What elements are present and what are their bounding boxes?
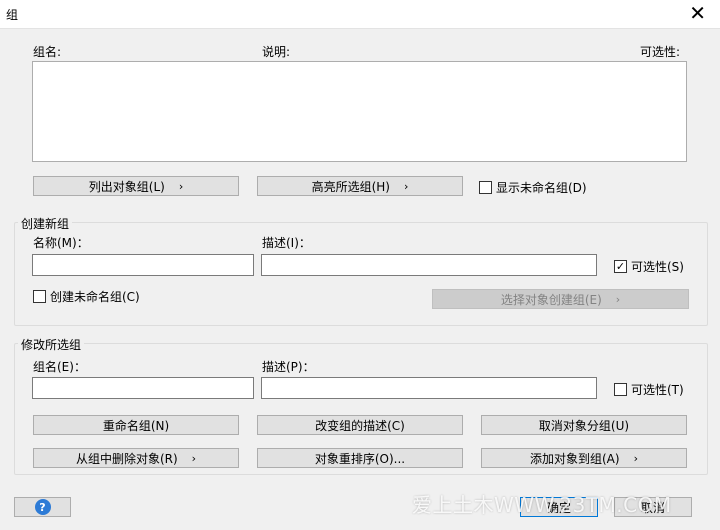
list-header-description: 说明:: [262, 45, 291, 59]
modify-name-input[interactable]: [32, 377, 254, 399]
close-icon[interactable]: ✕: [689, 2, 706, 24]
chevron-right-icon: ›: [403, 179, 409, 193]
list-header-name: 组名:: [33, 45, 62, 59]
modify-description-label: 描述(P)：: [262, 360, 315, 374]
create-group-title: 创建新组: [18, 215, 73, 232]
reorder-objects-label: 对象重排序(O)...: [314, 451, 406, 466]
create-unnamed-checkbox[interactable]: 创建未命名组(C): [33, 288, 140, 305]
create-selectable-checkbox[interactable]: ✓ 可选性(S): [614, 258, 684, 275]
select-objects-create-group-button[interactable]: 选择对象创建组(E) ›: [432, 289, 689, 309]
ungroup-button[interactable]: 取消对象分组(U): [481, 415, 687, 435]
highlight-selected-group-button[interactable]: 高亮所选组(H) ›: [257, 176, 463, 196]
reorder-objects-button[interactable]: 对象重排序(O)...: [257, 448, 463, 468]
check-icon[interactable]: ✓: [614, 260, 627, 273]
add-to-group-label: 添加对象到组(A): [530, 451, 620, 466]
chevron-right-icon: ›: [191, 451, 197, 465]
modify-group-title: 修改所选组: [18, 336, 85, 353]
checkbox-box[interactable]: [479, 181, 492, 194]
chevron-right-icon: ›: [615, 292, 621, 306]
create-selectable-label: 可选性(S): [631, 260, 684, 274]
modify-name-label: 组名(E)：: [33, 360, 86, 374]
checkbox-box[interactable]: [33, 290, 46, 303]
help-icon: ?: [34, 499, 51, 515]
list-header-selectable: 可选性:: [640, 45, 681, 59]
modify-selectable-checkbox[interactable]: 可选性(T): [614, 381, 684, 398]
window-title: 组: [6, 8, 19, 22]
show-unnamed-groups-checkbox[interactable]: 显示未命名组(D): [479, 179, 587, 196]
rename-group-button[interactable]: 重命名组(N): [33, 415, 239, 435]
change-description-label: 改变组的描述(C): [315, 418, 405, 433]
chevron-right-icon: ›: [178, 179, 184, 193]
watermark: 爱上土木WWW.23TM.COM: [412, 493, 672, 517]
create-name-input[interactable]: [32, 254, 254, 276]
create-description-input[interactable]: [261, 254, 597, 276]
checkbox-box[interactable]: [614, 383, 627, 396]
add-to-group-button[interactable]: 添加对象到组(A) ›: [481, 448, 687, 468]
show-unnamed-groups-label: 显示未命名组(D): [496, 181, 587, 195]
group-list[interactable]: [32, 61, 687, 162]
highlight-selected-group-label: 高亮所选组(H): [311, 179, 390, 194]
create-unnamed-label: 创建未命名组(C): [50, 290, 140, 304]
list-object-groups-button[interactable]: 列出对象组(L) ›: [33, 176, 239, 196]
remove-from-group-button[interactable]: 从组中删除对象(R) ›: [33, 448, 239, 468]
change-description-button[interactable]: 改变组的描述(C): [257, 415, 463, 435]
title-bar: [0, 0, 720, 28]
create-name-label: 名称(M)：: [33, 236, 89, 250]
remove-from-group-label: 从组中删除对象(R): [75, 451, 178, 466]
help-button[interactable]: ?: [14, 497, 71, 517]
rename-group-label: 重命名组(N): [102, 418, 170, 433]
select-objects-create-group-label: 选择对象创建组(E): [500, 292, 602, 307]
chevron-right-icon: ›: [633, 451, 638, 465]
list-object-groups-label: 列出对象组(L): [88, 179, 165, 194]
modify-selectable-label: 可选性(T): [631, 383, 684, 397]
modify-description-input[interactable]: [261, 377, 597, 399]
create-description-label: 描述(I)：: [262, 236, 311, 250]
ungroup-label: 取消对象分组(U): [538, 418, 630, 433]
